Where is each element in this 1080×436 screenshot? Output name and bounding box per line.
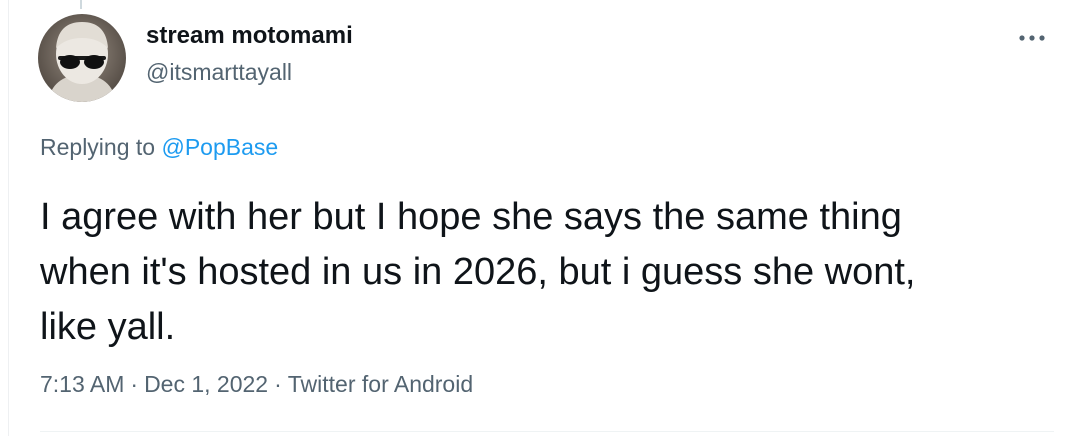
tweet-text-line: I agree with her but I hope she says the… xyxy=(40,196,902,238)
tweet-source-link[interactable]: Twitter for Android xyxy=(288,371,473,397)
tweet-metadata: 7:13 AM · Dec 1, 2022 · Twitter for Android xyxy=(40,371,473,398)
profile-avatar-icon xyxy=(38,14,126,102)
divider xyxy=(40,431,1054,432)
more-options-button[interactable] xyxy=(1012,20,1052,56)
ellipsis-icon xyxy=(1019,35,1045,41)
meta-separator: · xyxy=(274,371,282,397)
tweet-text-line: when it's hosted in us in 2026, but i gu… xyxy=(40,251,916,293)
tweet-text: I agree with her but I hope she says the… xyxy=(40,190,1030,355)
left-border xyxy=(8,0,9,436)
tweet-card: stream motomami @itsmarttayall Replying … xyxy=(0,0,1080,436)
meta-separator: · xyxy=(130,371,139,397)
replying-to: Replying to @PopBase xyxy=(40,134,278,161)
tweet-text-line: like yall. xyxy=(40,306,176,348)
tweet-time-link[interactable]: 7:13 AM xyxy=(40,371,124,397)
tweet-date-link[interactable]: Dec 1, 2022 xyxy=(144,371,268,397)
replying-to-label: Replying to xyxy=(40,134,162,160)
author-display-name[interactable]: stream motomami xyxy=(146,22,353,50)
avatar[interactable] xyxy=(38,14,126,102)
thread-connector-line xyxy=(80,0,82,9)
replying-to-handle-link[interactable]: @PopBase xyxy=(161,134,278,160)
author-handle[interactable]: @itsmarttayall xyxy=(146,59,292,86)
